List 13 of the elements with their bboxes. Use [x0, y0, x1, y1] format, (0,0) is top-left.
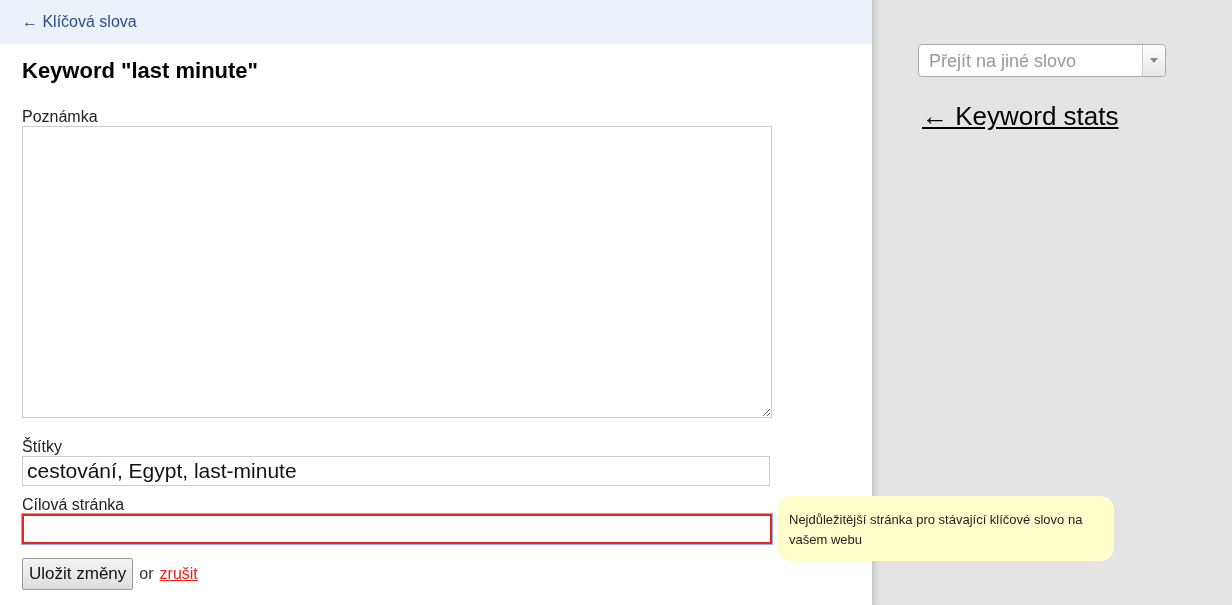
tooltip: Nejdůležitější stránka pro stávající klíčové slovo na vašem webu [777, 496, 1114, 561]
field-label: Cílová stránka [22, 496, 126, 514]
stats-link[interactable]: ← Keyword stats [922, 101, 1119, 131]
page-title: Keyword "last minute" [22, 58, 260, 84]
or-text: or [139, 565, 154, 583]
caret-icon [1150, 58, 1158, 63]
field-label: Štítky [22, 438, 63, 456]
back-link[interactable]: ← Klíčová slova [22, 13, 137, 31]
input-field[interactable] [22, 514, 772, 544]
input-field[interactable]: cestování, Egypt, last-minute [22, 456, 770, 486]
save-button[interactable]: Uložit změny [22, 558, 134, 590]
cancel-link[interactable]: zrušit [159, 565, 198, 583]
field-label: Poznámka [22, 108, 99, 126]
